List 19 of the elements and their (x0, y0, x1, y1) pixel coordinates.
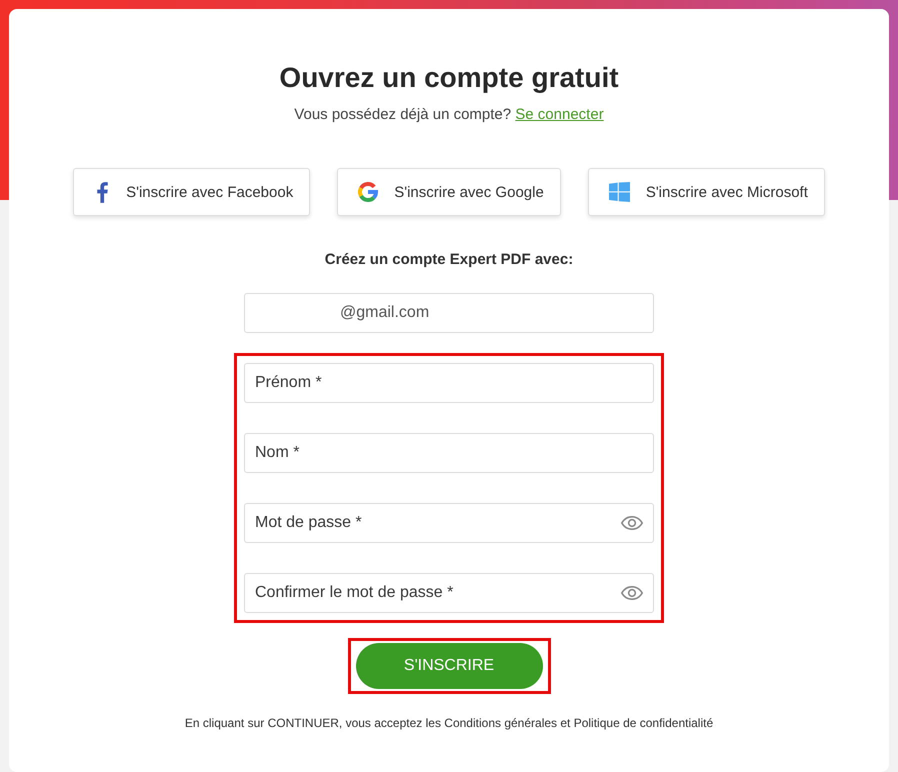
input-field[interactable]: Mot de passe * (244, 503, 654, 543)
login-link[interactable]: Se connecter (515, 106, 604, 123)
google-icon (358, 182, 378, 202)
facebook-icon (97, 182, 108, 202)
page-title: Ouvrez un compte gratuit (279, 61, 619, 95)
signup-button[interactable]: S'INSCRIRE (356, 643, 542, 689)
eye-icon[interactable] (621, 516, 643, 530)
input-field[interactable]: Nom * (244, 433, 654, 473)
eye-icon[interactable] (621, 586, 643, 600)
social-signup-button[interactable]: S'inscrire avec Microsoft (588, 168, 825, 216)
social-signup-button[interactable]: S'inscrire avec Facebook (73, 168, 310, 216)
form-intro: Créez un compte Expert PDF avec: (324, 250, 574, 270)
input-field[interactable]: Prénom * (244, 363, 654, 403)
input-field[interactable]: Confirmer le mot de passe * (244, 573, 654, 613)
email-field[interactable]: @gmail.com (244, 293, 654, 333)
login-prompt: Vous possédez déjà un compte? Se connecter (294, 105, 604, 125)
social-signup-button[interactable]: S'inscrire avec Google (337, 168, 561, 216)
windows-icon (608, 182, 630, 202)
legal-note: En cliquant sur CONTINUER, vous acceptez les Conditions générales et Politique de confidentialité (184, 715, 714, 731)
